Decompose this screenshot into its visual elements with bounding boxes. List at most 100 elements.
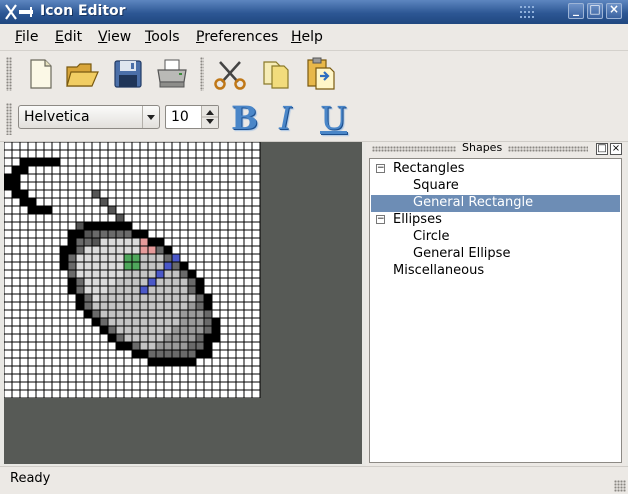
pixel	[204, 310, 212, 318]
menu-edit[interactable]: Edit	[55, 29, 82, 45]
pixel	[116, 214, 124, 222]
tree-item-general-ellipse[interactable]: General Ellipse	[371, 246, 620, 263]
collapse-icon[interactable]: −	[376, 164, 385, 173]
menu-tools[interactable]: Tools	[145, 29, 180, 45]
toolbar-grip[interactable]	[6, 103, 12, 135]
pixel	[92, 318, 100, 326]
status-text: Ready	[10, 471, 51, 486]
sticky-grip-icon	[520, 6, 534, 18]
pixel	[100, 318, 108, 326]
menu-help[interactable]: Help	[291, 29, 323, 45]
italic-button[interactable]: I	[279, 99, 292, 137]
pixel	[164, 254, 172, 262]
pixel	[148, 278, 156, 286]
cut-icon[interactable]	[212, 56, 248, 92]
pixel	[140, 334, 148, 342]
pixel	[12, 166, 20, 174]
pixel	[164, 310, 172, 318]
tree-item-circle[interactable]: Circle	[371, 229, 620, 246]
tree-item-ellipses[interactable]: − Ellipses	[371, 212, 620, 229]
pixel	[180, 334, 188, 342]
menu-preferences[interactable]: Preferences	[196, 29, 278, 45]
icon-canvas[interactable]	[4, 142, 262, 398]
pixel	[196, 350, 204, 358]
pixel	[188, 310, 196, 318]
pixel	[76, 278, 84, 286]
pixel	[164, 326, 172, 334]
pixel	[124, 262, 132, 270]
pixel	[172, 310, 180, 318]
pixel	[212, 318, 220, 326]
save-icon[interactable]	[110, 56, 146, 92]
menu-file[interactable]: File	[15, 29, 38, 45]
open-folder-icon[interactable]	[64, 56, 100, 92]
pixel	[180, 326, 188, 334]
font-size-spinbox[interactable]: 10	[165, 105, 219, 129]
collapse-icon[interactable]: −	[376, 215, 385, 224]
minimize-button[interactable]: _	[568, 2, 584, 19]
dock-close-button[interactable]: ×	[610, 143, 622, 155]
status-bar: Ready	[0, 466, 628, 494]
app-icon[interactable]	[4, 3, 36, 21]
close-button[interactable]: ×	[606, 2, 622, 19]
window-title: Icon Editor	[40, 3, 126, 19]
pixel	[84, 222, 92, 230]
pixel	[100, 302, 108, 310]
pixel	[76, 286, 84, 294]
pixel	[156, 350, 164, 358]
pixel	[164, 270, 172, 278]
pixel	[164, 350, 172, 358]
pixel	[108, 334, 116, 342]
paste-icon[interactable]	[302, 56, 338, 92]
maximize-button[interactable]: □	[587, 2, 603, 19]
pixel	[68, 278, 76, 286]
pixel	[132, 294, 140, 302]
shapes-tree[interactable]: − Rectangles Square General Rectangle − …	[369, 158, 622, 463]
spin-arrows-icon[interactable]	[201, 106, 218, 128]
pixel	[196, 310, 204, 318]
copy-icon[interactable]	[258, 56, 294, 92]
print-icon[interactable]	[154, 56, 190, 92]
pixel	[140, 246, 148, 254]
pixel	[188, 318, 196, 326]
pixel	[100, 326, 108, 334]
chevron-down-icon[interactable]	[142, 106, 159, 128]
dock-float-button[interactable]: □	[596, 143, 608, 155]
toolbar-grip[interactable]	[6, 57, 12, 91]
pixel	[188, 350, 196, 358]
pixel	[92, 238, 100, 246]
pixel	[116, 334, 124, 342]
resize-grip[interactable]	[614, 480, 626, 492]
pixel	[124, 310, 132, 318]
pixel	[132, 310, 140, 318]
menu-view[interactable]: View	[98, 29, 131, 45]
tree-item-square[interactable]: Square	[371, 178, 620, 195]
pixel	[132, 238, 140, 246]
tree-item-miscellaneous[interactable]: Miscellaneous	[371, 263, 620, 280]
pixel	[76, 262, 84, 270]
new-file-icon[interactable]	[22, 56, 58, 92]
minimize-icon: _	[573, 2, 579, 16]
pixel	[132, 286, 140, 294]
tree-item-rectangles[interactable]: − Rectangles	[371, 161, 620, 178]
underline-button[interactable]: U	[320, 99, 347, 137]
bold-button[interactable]: B	[231, 99, 258, 137]
pixel	[148, 262, 156, 270]
dock-title-bar[interactable]: Shapes □ ×	[366, 141, 626, 156]
pixel	[100, 230, 108, 238]
pixel	[124, 238, 132, 246]
pixel	[156, 286, 164, 294]
tree-item-general-rectangle[interactable]: General Rectangle	[371, 195, 620, 212]
title-bar[interactable]: Icon Editor _ □ ×	[0, 0, 628, 24]
pixel	[188, 270, 196, 278]
pixel	[156, 278, 164, 286]
pixel	[188, 342, 196, 350]
maximize-icon: □	[589, 2, 601, 16]
pixel	[164, 278, 172, 286]
menu-bar: File Edit View Tools Preferences Help	[0, 24, 628, 51]
font-family-combo[interactable]: Helvetica	[18, 105, 160, 129]
pixel	[100, 246, 108, 254]
pixel	[140, 294, 148, 302]
pixel	[4, 182, 12, 190]
pixel	[172, 294, 180, 302]
